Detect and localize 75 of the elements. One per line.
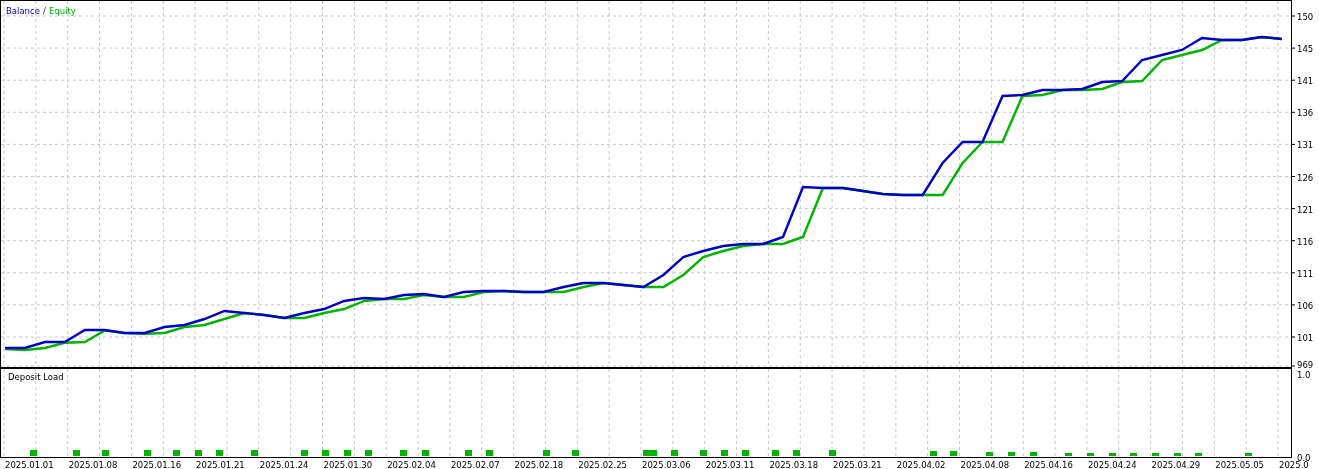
deposit-load-bar (700, 450, 707, 456)
deposit-load-bar (465, 450, 472, 456)
deposit-load-bar (102, 450, 109, 456)
deposit-load-bar (216, 450, 223, 456)
deposit-load-bar (422, 450, 429, 456)
x-axis-label: 2025.04.16 (1024, 460, 1073, 469)
y-axis-label: 116 (1297, 236, 1314, 247)
x-axis-label: 2025.04.02 (896, 460, 946, 469)
legend-separator: / (43, 6, 46, 16)
x-axis-label: 2025.02.25 (578, 460, 627, 469)
x-axis-label: 2025.05.05 (1215, 460, 1264, 469)
deposit-load-bar (30, 450, 37, 456)
y-axis-label: 106 (1297, 300, 1314, 311)
deposit-load-bar (251, 450, 258, 456)
deposit-load-bar (742, 450, 749, 456)
x-axis-label: 2025.01.21 (196, 460, 245, 469)
y-axis-label: 1.0 (1297, 370, 1311, 380)
deposit-load-bar (1065, 453, 1072, 456)
deposit-load-bar (829, 450, 836, 456)
deposit-load-bar (486, 450, 493, 456)
deposit-load-bar (793, 450, 800, 456)
deposit-load-bar (1008, 452, 1015, 456)
deposit-load-bar (1030, 452, 1037, 456)
deposit-load-bar (772, 450, 779, 456)
deposit-load-bar (195, 450, 202, 456)
deposit-load-bar (344, 450, 351, 456)
x-axis-label: 2025.02.04 (387, 460, 436, 469)
y-axis-label: 136 (1297, 108, 1314, 119)
deposit-load-bar (1174, 453, 1181, 456)
x-axis-label: 2025.01.30 (323, 460, 373, 469)
x-axis-label: 2025.03.06 (642, 460, 691, 469)
x-axis-label: 2025.04.29 (1151, 460, 1201, 469)
deposit-load-bar (73, 450, 80, 456)
deposit-load-bar (1195, 453, 1202, 456)
deposit-load-bar (930, 451, 937, 456)
deposit-load-bar (671, 450, 678, 456)
x-axis-label: 2025.01.24 (259, 460, 309, 469)
x-axis-label: 2025.01.01 (5, 460, 54, 469)
deposit-load-bar (950, 451, 957, 456)
deposit-load-bar (1087, 453, 1094, 456)
deposit-load-bar (322, 450, 329, 456)
x-axis-label: 2025.01.08 (68, 460, 118, 469)
x-axis-label: 2025.04.24 (1087, 460, 1137, 469)
chart-title: Deposit Load (8, 372, 64, 382)
x-axis-label: 2025.03.18 (769, 460, 819, 469)
y-axis-label: 111 (1297, 268, 1314, 279)
deposit-load-bar (543, 450, 550, 456)
x-axis-label: 2025.02.07 (450, 460, 500, 469)
y-axis-label: 121 (1297, 204, 1314, 215)
y-axis-label: 150 (1297, 12, 1314, 22)
x-axis-label: 2025.04.08 (960, 460, 1010, 469)
deposit-load-bar (1130, 453, 1137, 456)
deposit-load-bar (365, 450, 372, 456)
deposit-load-bar (572, 450, 579, 456)
deposit-load-bar (721, 450, 728, 456)
y-axis-label: 969 (1297, 360, 1314, 368)
deposit-load-bar (1152, 453, 1159, 456)
deposit-load-bar (400, 450, 407, 456)
x-axis-label: 2025.03.11 (705, 460, 755, 469)
y-axis-label: 101 (1297, 333, 1314, 343)
y-axis-label: 126 (1297, 172, 1314, 183)
x-axis-label: 2025.01.16 (132, 460, 182, 469)
deposit-load-bar (986, 452, 993, 456)
deposit-load-bar (144, 450, 151, 456)
x-axis-label: 2025.03.21 (833, 460, 882, 469)
y-axis-label: 145 (1297, 44, 1314, 55)
legend-label: Balance (6, 6, 40, 16)
deposit-load-bar (173, 450, 180, 456)
legend-label: Equity (49, 6, 76, 16)
y-axis-label: 131 (1297, 140, 1314, 151)
deposit-load-bar (1245, 453, 1252, 456)
deposit-load-bar (1109, 453, 1116, 456)
y-axis-label: 141 (1297, 76, 1314, 87)
deposit-load-bar (301, 450, 308, 456)
x-axis-label: 2025.02.18 (514, 460, 564, 469)
